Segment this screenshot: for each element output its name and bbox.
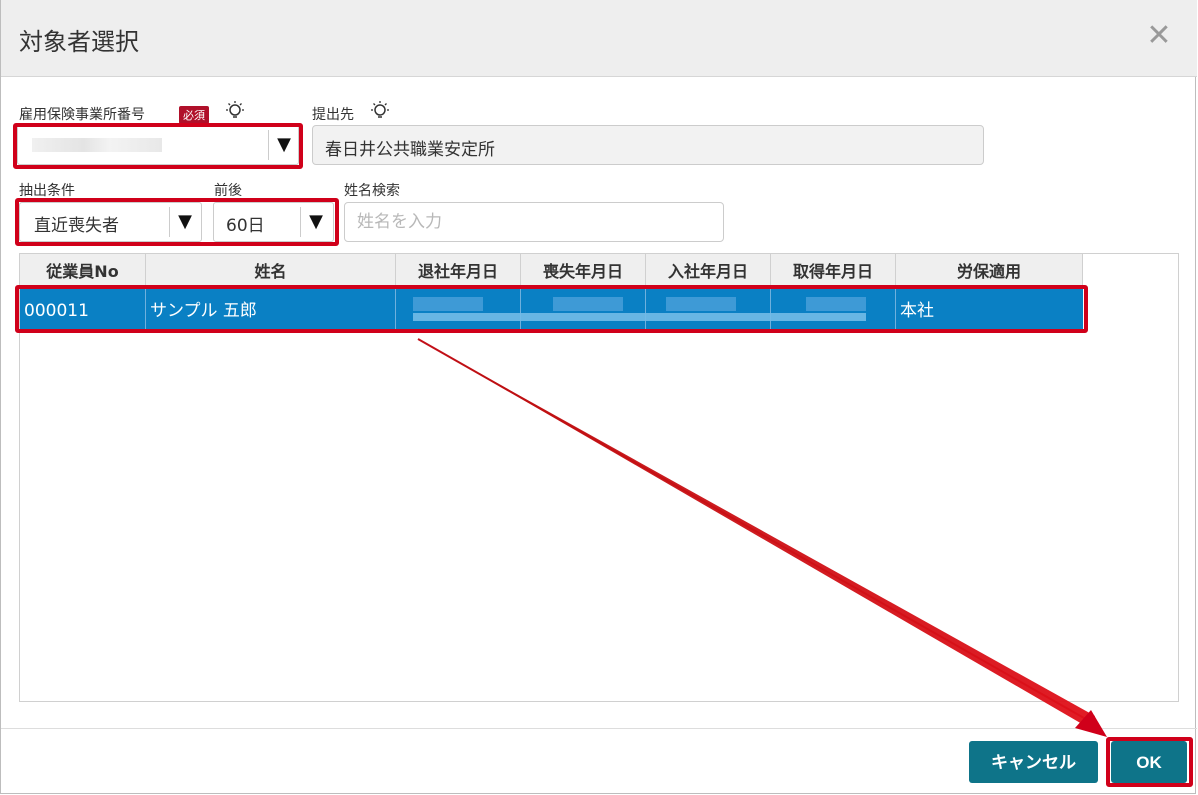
lightbulb-icon[interactable] — [369, 100, 391, 122]
masked-value — [553, 297, 623, 311]
chevron-down-icon: ▼ — [268, 130, 299, 160]
range-value: 60日 — [226, 216, 265, 236]
close-icon[interactable]: ✕ — [1145, 21, 1173, 51]
column-header[interactable]: 入社年月日 — [646, 254, 771, 288]
column-header[interactable]: 退社年月日 — [396, 254, 521, 288]
name-search-label: 姓名検索 — [344, 183, 400, 199]
cancel-button[interactable]: キャンセル — [969, 741, 1098, 783]
submit-to-label: 提出先 — [312, 107, 354, 123]
masked-value — [806, 297, 866, 311]
footer-divider — [1, 728, 1197, 729]
range-select[interactable]: 60日 ▼ — [213, 202, 334, 242]
column-header[interactable]: 労保適用 — [896, 254, 1083, 288]
masked-value — [32, 138, 162, 152]
employee-no-cell: 000011 — [20, 288, 146, 330]
labor-insurance-cell: 本社 — [900, 301, 934, 321]
extract-condition-label: 抽出条件 — [19, 183, 75, 199]
dialog-header: 対象者選択 ✕ — [1, 0, 1197, 77]
range-label: 前後 — [214, 183, 242, 199]
name-search-input[interactable] — [344, 202, 724, 242]
masked-value — [666, 297, 736, 311]
masked-value — [413, 313, 866, 321]
lightbulb-icon[interactable] — [224, 100, 246, 122]
select-target-dialog: 対象者選択 ✕ 雇用保険事業所番号 必須 提出先 ▼ 春日井公共職業安定所 抽出… — [0, 0, 1197, 794]
required-badge: 必須 — [179, 106, 209, 124]
name-cell: サンプル 五郎 — [146, 288, 396, 330]
chevron-down-icon: ▼ — [300, 207, 331, 237]
column-header[interactable]: 従業員No — [20, 254, 146, 288]
office-number-select[interactable]: ▼ — [17, 125, 299, 165]
column-header[interactable]: 取得年月日 — [771, 254, 896, 288]
column-header[interactable]: 喪失年月日 — [521, 254, 646, 288]
extract-condition-value: 直近喪失者 — [34, 216, 119, 236]
extract-condition-select[interactable]: 直近喪失者 ▼ — [19, 202, 202, 242]
dialog-title: 対象者選択 — [19, 28, 139, 56]
masked-value — [413, 297, 483, 311]
arrow-head — [1075, 710, 1107, 737]
ok-button[interactable]: OK — [1111, 741, 1187, 783]
submit-to-field: 春日井公共職業安定所 — [312, 125, 984, 165]
chevron-down-icon: ▼ — [169, 207, 200, 237]
office-number-label: 雇用保険事業所番号 — [19, 107, 145, 123]
column-header[interactable]: 姓名 — [146, 254, 396, 288]
